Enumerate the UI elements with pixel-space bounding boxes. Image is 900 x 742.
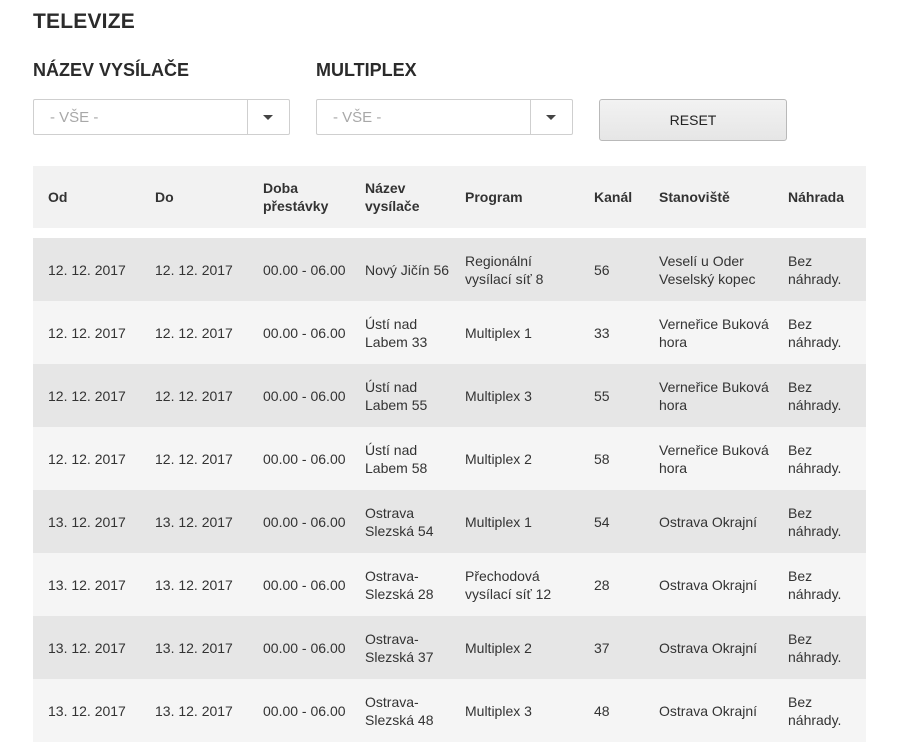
cell-od: 13. 12. 2017 (48, 513, 126, 530)
cell-od: 12. 12. 2017 (48, 450, 126, 467)
cell-kanal: 58 (594, 450, 610, 467)
cell-doba: 00.00 - 06.00 (263, 324, 346, 341)
cell-vysilac: Ostrava-Slezská 28 (365, 567, 434, 602)
cell-kanal: 56 (594, 261, 610, 278)
cell-stanoviste: Ostrava Okrajní (659, 513, 758, 530)
header-stanoviste[interactable]: Stanoviště (659, 188, 779, 206)
cell-do: 13. 12. 2017 (155, 576, 233, 593)
cell-od: 12. 12. 2017 (48, 324, 126, 341)
cell-do: 13. 12. 2017 (155, 702, 233, 719)
cell-doba: 00.00 - 06.00 (263, 513, 346, 530)
cell-do: 12. 12. 2017 (155, 387, 233, 404)
transmitter-select[interactable]: - VŠE - (33, 99, 290, 135)
cell-kanal: 55 (594, 387, 610, 404)
cell-nahrada: Bez náhrady. (788, 630, 842, 665)
cell-doba: 00.00 - 06.00 (263, 702, 346, 719)
cell-vysilac: Ústí nad Labem 58 (365, 441, 428, 476)
cell-program: Multiplex 3 (465, 387, 532, 404)
cell-nahrada: Bez náhrady. (788, 315, 842, 350)
transmitter-select-toggle[interactable] (247, 100, 289, 134)
cell-program: Multiplex 3 (465, 702, 532, 719)
table-row: 13. 12. 2017 13. 12. 2017 00.00 - 06.00 … (33, 679, 866, 742)
header-nazev-vysilace[interactable]: Název vysílače (365, 179, 450, 215)
cell-od: 12. 12. 2017 (48, 387, 126, 404)
cell-kanal: 28 (594, 576, 610, 593)
cell-do: 13. 12. 2017 (155, 639, 233, 656)
cell-nahrada: Bez náhrady. (788, 504, 842, 539)
cell-nahrada: Bez náhrady. (788, 441, 842, 476)
table-row: 13. 12. 2017 13. 12. 2017 00.00 - 06.00 … (33, 490, 866, 553)
multiplex-select[interactable]: - VŠE - (316, 99, 573, 135)
cell-kanal: 48 (594, 702, 610, 719)
cell-od: 12. 12. 2017 (48, 261, 126, 278)
multiplex-select-toggle[interactable] (530, 100, 572, 134)
transmitter-select-value: - VŠE - (50, 109, 99, 126)
table-header: Od Do Doba přestávky Název vysílače Prog… (33, 166, 866, 228)
multiplex-filter-label: MULTIPLEX (316, 60, 417, 80)
header-program[interactable]: Program (465, 188, 575, 206)
cell-do: 12. 12. 2017 (155, 261, 233, 278)
header-doba-prestavky[interactable]: Doba přestávky (263, 179, 348, 215)
cell-doba: 00.00 - 06.00 (263, 387, 346, 404)
cell-od: 13. 12. 2017 (48, 639, 126, 656)
header-od[interactable]: Od (48, 188, 67, 206)
schedule-table: Od Do Doba přestávky Název vysílače Prog… (33, 166, 866, 742)
cell-doba: 00.00 - 06.00 (263, 261, 346, 278)
cell-vysilac: Ostrava-Slezská 37 (365, 630, 434, 665)
cell-program: Multiplex 1 (465, 513, 532, 530)
header-gap (33, 228, 866, 238)
cell-stanoviste: Verneřice Buková hora (659, 315, 769, 350)
reset-button[interactable]: RESET (599, 99, 787, 141)
cell-do: 12. 12. 2017 (155, 450, 233, 467)
cell-do: 12. 12. 2017 (155, 324, 233, 341)
header-nahrada[interactable]: Náhrada (788, 188, 863, 206)
cell-program: Multiplex 2 (465, 639, 532, 656)
cell-doba: 00.00 - 06.00 (263, 576, 346, 593)
cell-kanal: 54 (594, 513, 610, 530)
cell-nahrada: Bez náhrady. (788, 693, 842, 728)
table-row: 12. 12. 2017 12. 12. 2017 00.00 - 06.00 … (33, 364, 866, 427)
cell-program: Multiplex 1 (465, 324, 532, 341)
cell-do: 13. 12. 2017 (155, 513, 233, 530)
chevron-down-icon (546, 115, 556, 120)
cell-vysilac: Nový Jičín 56 (365, 261, 450, 278)
cell-program: Regionální vysílací síť 8 (465, 252, 544, 287)
cell-program: Multiplex 2 (465, 450, 532, 467)
cell-od: 13. 12. 2017 (48, 702, 126, 719)
cell-nahrada: Bez náhrady. (788, 567, 842, 602)
header-do[interactable]: Do (155, 188, 174, 206)
table-row: 13. 12. 2017 13. 12. 2017 00.00 - 06.00 … (33, 553, 866, 616)
table-row: 12. 12. 2017 12. 12. 2017 00.00 - 06.00 … (33, 427, 866, 490)
multiplex-select-value: - VŠE - (333, 109, 382, 126)
cell-doba: 00.00 - 06.00 (263, 450, 346, 467)
cell-vysilac: Ostrava-Slezská 48 (365, 693, 434, 728)
cell-kanal: 37 (594, 639, 610, 656)
cell-vysilac: Ústí nad Labem 33 (365, 315, 428, 350)
cell-program: Přechodová vysílací síť 12 (465, 567, 552, 602)
table-row: 12. 12. 2017 12. 12. 2017 00.00 - 06.00 … (33, 301, 866, 364)
cell-doba: 00.00 - 06.00 (263, 639, 346, 656)
chevron-down-icon (263, 115, 273, 120)
cell-kanal: 33 (594, 324, 610, 341)
table-row: 13. 12. 2017 13. 12. 2017 00.00 - 06.00 … (33, 616, 866, 679)
cell-stanoviste: Verneřice Buková hora (659, 441, 769, 476)
cell-vysilac: Ostrava Slezská 54 (365, 504, 434, 539)
table-row: 12. 12. 2017 12. 12. 2017 00.00 - 06.00 … (33, 238, 866, 301)
cell-od: 13. 12. 2017 (48, 576, 126, 593)
cell-stanoviste: Ostrava Okrajní (659, 639, 758, 656)
cell-stanoviste: Ostrava Okrajní (659, 576, 758, 593)
cell-stanoviste: Veselí u Oder Veselský kopec (659, 252, 756, 287)
cell-stanoviste: Ostrava Okrajní (659, 702, 758, 719)
cell-nahrada: Bez náhrady. (788, 378, 842, 413)
page-title: TELEVIZE (33, 10, 135, 33)
transmitter-filter-label: NÁZEV VYSÍLAČE (33, 60, 190, 80)
cell-stanoviste: Verneřice Buková hora (659, 378, 769, 413)
cell-vysilac: Ústí nad Labem 55 (365, 378, 428, 413)
header-kanal[interactable]: Kanál (594, 188, 632, 206)
cell-nahrada: Bez náhrady. (788, 252, 842, 287)
